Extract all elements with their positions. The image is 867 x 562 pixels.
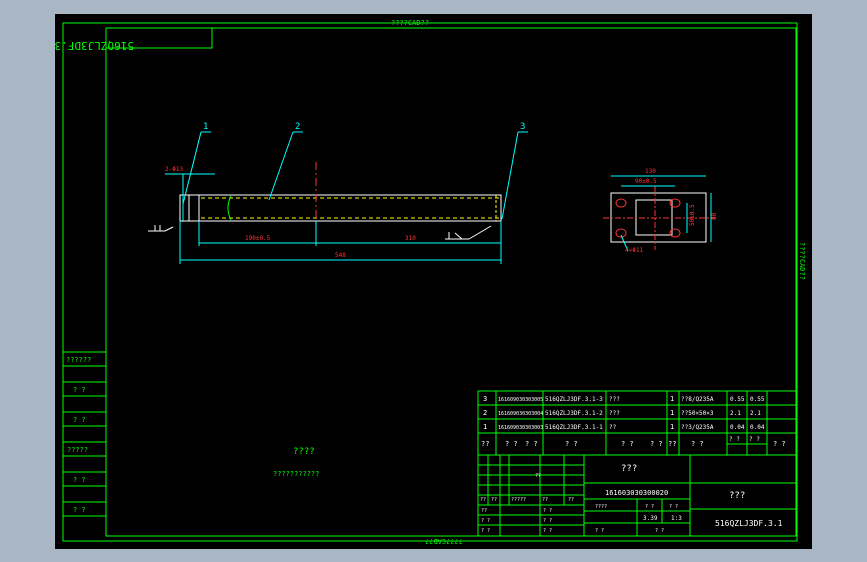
bom-header-6: ?? <box>668 440 676 448</box>
bom-row-2-material: ??3/Q235A <box>681 424 714 431</box>
drawing-sheet: ????CAD?? ????CAD?? ????CAD?? 516QZLJ3DF… <box>55 14 812 549</box>
title-company: ??? <box>729 491 745 501</box>
left-strip-label-1: ? ? <box>73 386 86 394</box>
bottom-caption: ????CAD?? <box>425 537 463 545</box>
tb-label-0: ?? <box>480 497 486 503</box>
bom-row-0-w1: 0.55 <box>730 396 745 403</box>
bom-header-8: ? ? <box>729 436 740 443</box>
tb-label-16: ? ? <box>655 528 664 534</box>
bom-row-2-drawing: 516QZLJ3DF.3.1-1 <box>545 424 603 431</box>
title-weight: 3.39 <box>643 515 658 522</box>
tb-label-3: ?? <box>542 497 548 503</box>
bom-row-2-w2: 0.04 <box>750 424 765 431</box>
tb-label-12: ???? <box>595 504 607 510</box>
title-code: 161603030300020 <box>605 489 668 497</box>
title-name: ??? <box>621 464 637 474</box>
cad-drawing: ????CAD?? ????CAD?? ????CAD?? 516QZLJ3DF… <box>55 19 806 545</box>
drawing-code-top: 516QZLJ3DF.3.1 <box>55 39 134 52</box>
notes-title: ???? <box>293 447 315 457</box>
main-view: 1 2 3 2-Φ13 190±0.5 310 548 <box>148 122 528 264</box>
left-strip-label-4: ? ? <box>73 476 86 484</box>
bom-header-9: ? ? <box>749 436 760 443</box>
bom-row-0-no: 3 <box>483 395 487 403</box>
title-block: ??? 161603030300020 ??? 516QZLJ3DF.3.1 1… <box>477 454 797 537</box>
bom-row-2-w1: 0.04 <box>730 424 745 431</box>
bom-header-10: ? ? <box>773 440 786 448</box>
top-caption: ????CAD?? <box>391 19 429 27</box>
notes-body: ??????????? <box>273 470 319 478</box>
title-scale: 1:3 <box>671 515 682 522</box>
bom-row-0-qty: 1 <box>670 395 674 403</box>
bom-row-1-w2: 2.1 <box>750 410 761 417</box>
bom-row-1-code: 161609030303004 <box>498 411 543 417</box>
bom-row-2-code: 161609030303003 <box>498 425 543 431</box>
bom-row-1-drawing: 516QZLJ3DF.3.1-2 <box>545 410 603 417</box>
bom-row-0-drawing: 516QZLJ3DF.3.1-3 <box>545 396 603 403</box>
tb-label-2: ????? <box>511 497 526 503</box>
bom-row-2-qty: 1 <box>670 423 674 431</box>
tb-label-8: ? ? <box>543 508 552 514</box>
bom-header-3: ? ? <box>565 440 578 448</box>
bom-row-1-material: ??50×50×3 <box>681 410 714 417</box>
end-view: 130 90±0.5 80 50±0.5 4×Φ11 <box>603 168 718 254</box>
bom-row-0-w2: 0.55 <box>750 396 765 403</box>
right-caption: ????CAD?? <box>798 242 806 280</box>
callout-2: 2 <box>295 122 300 132</box>
callout-3: 3 <box>520 122 525 132</box>
left-strip: ?????? ? ? ? ? ????? ? ? ? ? <box>63 351 106 517</box>
bom-header-0: ?? <box>481 440 489 448</box>
bom-row-1-no: 2 <box>483 409 487 417</box>
bom-row-0-material: ??8/Q235A <box>681 396 714 403</box>
dim-end-80: 80 <box>711 212 718 220</box>
tb-label-7: ? ? <box>481 528 490 534</box>
title-drawing-no: 516QZLJ3DF.3.1 <box>715 519 783 528</box>
tb-label-4: ?? <box>568 497 574 503</box>
inner-frame <box>105 27 797 537</box>
bom-row-2-no: 1 <box>483 423 487 431</box>
tb-label-9: ? ? <box>543 518 552 524</box>
dim-548: 548 <box>335 252 346 259</box>
tb-label-1: ?? <box>491 497 497 503</box>
bom-header-1: ? ? <box>505 440 518 448</box>
bom-row-0-code: 161609030303005 <box>498 397 543 403</box>
tb-label-14: ? ? <box>669 504 678 510</box>
dim-hole-note: 2-Φ13 <box>165 166 183 173</box>
left-strip-label-2: ? ? <box>73 416 86 424</box>
bom-header-4: ? ? <box>621 440 634 448</box>
bom-row-1-w1: 2.1 <box>730 410 741 417</box>
tb-label-5: ?? <box>481 508 487 514</box>
dim-190: 190±0.5 <box>245 235 271 242</box>
bom-row-1-name: ??? <box>609 410 620 417</box>
left-strip-label-3: ????? <box>67 446 88 454</box>
bom-header-5: ? ? <box>650 440 663 448</box>
callout-1: 1 <box>203 122 208 132</box>
bom-row-2-name: ?? <box>609 424 617 431</box>
tb-label-6: ? ? <box>481 518 490 524</box>
left-strip-label-5: ? ? <box>73 506 86 514</box>
dim-end-130: 130 <box>645 168 656 175</box>
bom-table: 3 161609030303005 516QZLJ3DF.3.1-3 ??? 1… <box>477 390 797 456</box>
tb-label-10: ? ? <box>543 528 552 534</box>
left-strip-label-0: ?????? <box>66 356 91 364</box>
dim-end-holes: 4×Φ11 <box>625 247 643 254</box>
bom-row-1-qty: 1 <box>670 409 674 417</box>
bom-header-2: ? ? <box>525 440 538 448</box>
outer-frame <box>62 22 798 542</box>
tb-label-11: ?? <box>535 473 541 479</box>
bom-header-7: ? ? <box>691 440 704 448</box>
tb-label-15: ? ? <box>595 528 604 534</box>
bom-row-0-name: ??? <box>609 396 620 403</box>
tb-label-13: ? ? <box>645 504 654 510</box>
dim-end-50: 50±0.5 <box>689 204 696 226</box>
dim-310: 310 <box>405 235 416 242</box>
dim-end-90: 90±0.5 <box>635 178 657 185</box>
